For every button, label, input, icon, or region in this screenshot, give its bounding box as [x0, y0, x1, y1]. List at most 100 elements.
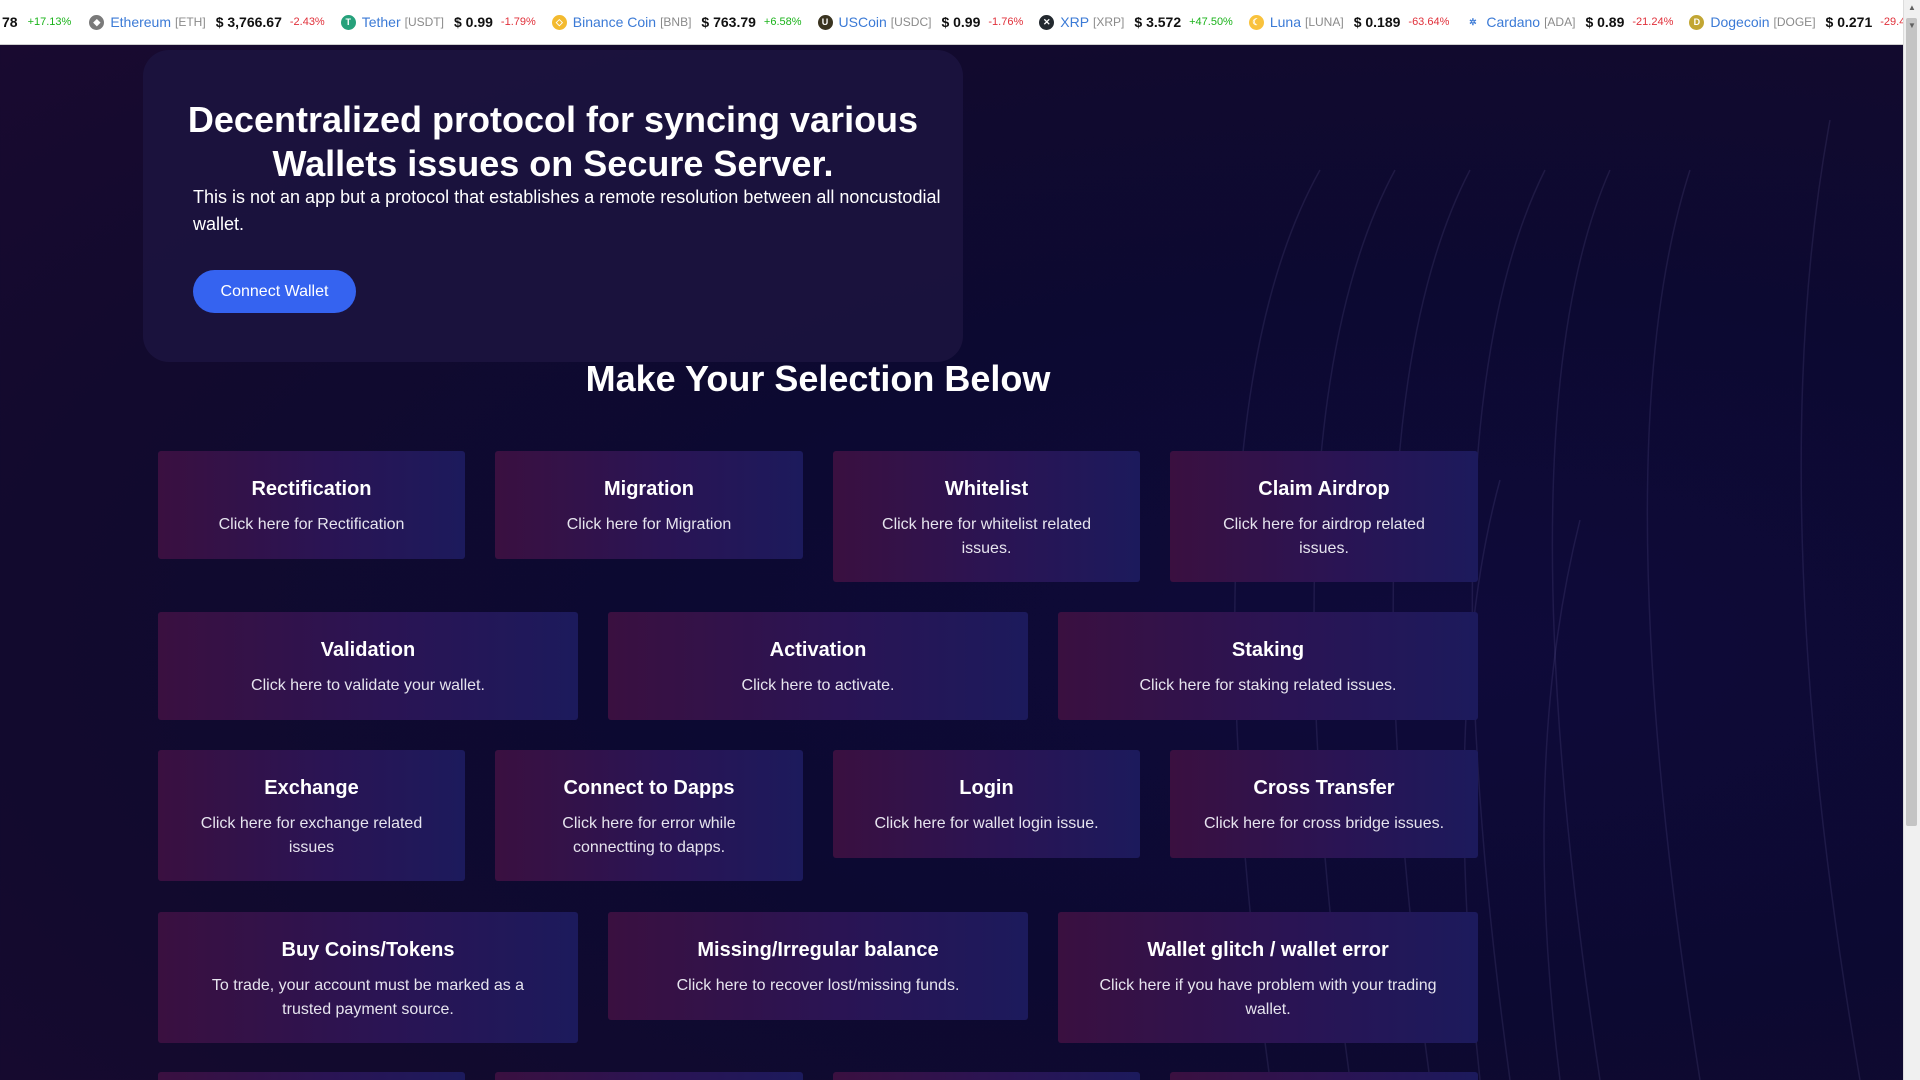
card-title: Cross Transfer	[1253, 777, 1395, 799]
cardano-icon: ✲	[1465, 14, 1481, 30]
card-title: Migration	[604, 478, 694, 500]
ticker-item-doge[interactable]: D Dogecoin[DOGE] $ 0.271 -29.40%	[1689, 14, 1904, 30]
coin-name: XRP	[1060, 14, 1090, 30]
card-description: Click here for staking related issues.	[1139, 677, 1397, 694]
coin-symbol: [USDC]	[890, 15, 932, 29]
card-title: Whitelist	[944, 478, 1029, 500]
scroll-down-arrow-icon[interactable]: ▼	[1904, 18, 1920, 34]
ticker-item-xrp[interactable]: ✕ XRP [XRP] $ 3.572 +47.50%	[1039, 14, 1233, 30]
coin-price: $ 763.79	[701, 14, 756, 30]
hero-title: Decentralized protocol for syncing vario…	[187, 99, 919, 184]
card-title: Validation	[320, 639, 416, 661]
coin-change: -63.64%	[1408, 16, 1450, 28]
card-description: Click here for airdrop related issues.	[1223, 516, 1425, 557]
ethereum-icon: ◆	[89, 14, 105, 30]
card-whitelist[interactable]: Whitelist Click here for whitelist relat…	[833, 451, 1140, 582]
coin-change: -2.43%	[289, 16, 325, 28]
coin-symbol: [DOGE]	[1773, 15, 1816, 29]
coin-name: USCoin	[838, 14, 887, 30]
scroll-thumb[interactable]	[1906, 18, 1917, 826]
coin-price: $ 0.99	[453, 14, 493, 30]
coin-symbol: [BNB]	[660, 15, 692, 29]
coin-price: $ 3.572	[1134, 14, 1182, 30]
coin-price: $ 3,766.67	[215, 14, 282, 30]
ticker-items: ◆ Ethereum [ETH] $ 3,766.67 -2.43% T Tether [US…	[89, 14, 1904, 30]
card-title: Rectification	[251, 478, 372, 500]
card-partial[interactable]	[495, 1072, 803, 1080]
vertical-scrollbar[interactable]: ▲ ▼	[1903, 0, 1920, 1080]
card-exchange[interactable]: Exchange Click here for exchange related…	[158, 750, 465, 881]
coin-name: Cardano	[1486, 14, 1541, 30]
ticker-lead-price: 78	[2, 14, 18, 30]
coin-name: Tether	[361, 14, 401, 30]
card-connect-to-dapps[interactable]: Connect to Dapps Click here for error wh…	[495, 750, 803, 881]
card-description: Click here for wallet login issue.	[874, 815, 1099, 832]
coin-symbol: [ADA]	[1544, 15, 1576, 29]
card-description: Click here for Rectification	[218, 516, 405, 533]
coin-change: +6.58%	[763, 16, 802, 28]
card-description: Click here to activate.	[741, 677, 895, 694]
card-description: Click here for Migration	[566, 516, 732, 533]
card-description: Click here for exchange related issues	[200, 815, 423, 856]
card-wallet-glitch[interactable]: Wallet glitch / wallet error Click here …	[1058, 912, 1478, 1043]
card-description: Click here for whitelist related issues.	[882, 516, 1091, 557]
coin-symbol: [LUNA]	[1305, 15, 1344, 29]
card-partial[interactable]	[158, 1072, 465, 1080]
card-title: Login	[959, 777, 1014, 799]
card-title: Missing/Irregular balance	[697, 939, 939, 961]
card-buy-coins-tokens[interactable]: Buy Coins/Tokens To trade, your account …	[158, 912, 578, 1043]
ticker-item-ada[interactable]: ✲ Cardano [ADA] $ 0.89 -21.24%	[1465, 14, 1673, 30]
card-description: To trade, your account must be marked as…	[211, 977, 525, 1018]
tether-icon: T	[340, 14, 356, 30]
ticker-item-usdt[interactable]: T Tether [USDT] $ 0.99 -1.79%	[340, 14, 536, 30]
scroll-up-arrow-icon[interactable]: ▲	[1904, 0, 1920, 16]
section-title: Make Your Selection Below	[585, 358, 1051, 399]
card-claim-airdrop[interactable]: Claim Airdrop Click here for airdrop rel…	[1170, 451, 1478, 582]
price-ticker: 78 +17.13% ◆ Ethereum [ETH] $ 3,766.67 -2.43…	[0, 0, 1904, 45]
card-staking[interactable]: Staking Click here for staking related i…	[1058, 612, 1478, 720]
ticker-lead-change: +17.13%	[27, 16, 72, 28]
card-missing-balance[interactable]: Missing/Irregular balance Click here to …	[608, 912, 1028, 1020]
coin-symbol: [XRP]	[1093, 15, 1125, 29]
coin-change: -29.40%	[1880, 16, 1904, 28]
card-partial[interactable]	[833, 1072, 1140, 1080]
card-validation[interactable]: Validation Click here to validate your w…	[158, 612, 578, 720]
coin-change: +47.50%	[1189, 16, 1233, 28]
coin-price: $ 0.89	[1585, 14, 1625, 30]
luna-icon: ☾	[1248, 14, 1264, 30]
binance-coin-icon: ◇	[551, 14, 567, 30]
card-login[interactable]: Login Click here for wallet login issue.	[833, 750, 1140, 858]
coin-change: -21.24%	[1632, 16, 1674, 28]
xrp-icon: ✕	[1039, 14, 1055, 30]
hero-panel: Decentralized protocol for syncing vario…	[143, 50, 963, 362]
card-description: Click here to validate your wallet.	[251, 677, 485, 694]
card-migration[interactable]: Migration Click here for Migration	[495, 451, 803, 559]
coin-price: $ 0.99	[941, 14, 981, 30]
ticker-item-bnb[interactable]: ◇ Binance Coin [BNB] $ 763.79 +6.58%	[551, 14, 802, 30]
coin-symbol: [USDT]	[404, 15, 444, 29]
ticker-item-luna[interactable]: ☾ Luna [LUNA] $ 0.189 -63.64%	[1248, 14, 1450, 30]
card-description: Click here if you have problem with your…	[1099, 977, 1437, 1018]
coin-name: Dogecoin	[1710, 14, 1770, 30]
card-title: Claim Airdrop	[1258, 478, 1390, 500]
connect-wallet-button[interactable]: Connect Wallet	[193, 270, 356, 313]
ticker-item-usdc[interactable]: U USCoin [USDC] $ 0.99 -1.76%	[817, 14, 1024, 30]
coin-name: Luna	[1269, 14, 1301, 30]
coin-change: -1.76%	[988, 16, 1024, 28]
card-description: Click here for error while connectting t…	[562, 815, 736, 856]
coin-price: $ 0.271	[1825, 14, 1873, 30]
card-cross-transfer[interactable]: Cross Transfer Click here for cross brid…	[1170, 750, 1478, 858]
card-title: Staking	[1231, 639, 1305, 661]
card-title: Connect to Dapps	[563, 777, 735, 799]
card-title: Activation	[769, 639, 867, 661]
card-partial[interactable]	[1170, 1072, 1478, 1080]
coin-name: Binance Coin	[572, 14, 657, 30]
ticker-item-eth[interactable]: ◆ Ethereum [ETH] $ 3,766.67 -2.43%	[89, 14, 325, 30]
card-rectification[interactable]: Rectification Click here for Rectificati…	[158, 451, 465, 559]
card-activation[interactable]: Activation Click here to activate.	[608, 612, 1028, 720]
hero-subtitle: This is not an app but a protocol that e…	[193, 187, 941, 234]
card-title: Wallet glitch / wallet error	[1147, 939, 1389, 961]
coin-change: -1.79%	[500, 16, 536, 28]
dogecoin-icon: D	[1689, 14, 1705, 30]
coin-name: Ethereum	[110, 14, 172, 30]
